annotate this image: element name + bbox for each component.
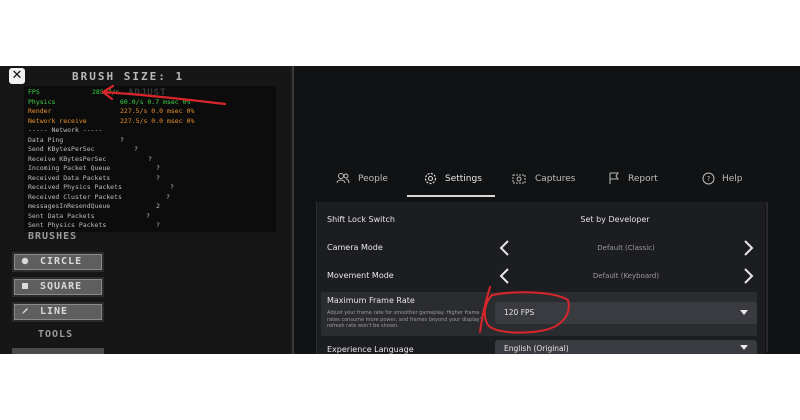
stat-value: ? [146, 211, 150, 220]
tab-captures[interactable]: Captures [510, 164, 580, 196]
stat-value: 2 [156, 202, 160, 210]
stat-value: 227.5/s 0.0 msec 0% [120, 116, 195, 125]
stat-label: Data Ping [28, 135, 64, 144]
active-tab-indicator [407, 195, 495, 197]
stat-value: ? [156, 221, 160, 229]
stat-row: Sent Physics Packets? [28, 221, 160, 229]
circle-icon [21, 257, 29, 265]
stat-row: ----- Network ----- [28, 126, 102, 134]
stat-label: Received Physics Packets [28, 183, 122, 191]
brushes-title: BRUSHES [28, 231, 78, 242]
stat-value: ? [134, 145, 138, 153]
max-frame-rate-description: Adjust your frame rate for smoother game… [327, 310, 484, 329]
tools-title: TOOLS [38, 329, 74, 340]
line-brush-button[interactable]: LINE [12, 302, 104, 322]
stat-label: Incoming Packet Queue [28, 164, 111, 172]
stat-label: Receive KBytesPerSec [28, 154, 107, 163]
movement-mode-value: Default (Keyboard) [592, 272, 660, 280]
max-frame-rate-value: 120 FPS [504, 308, 535, 317]
stat-value: ? [166, 192, 170, 201]
stat-value: ? [156, 164, 160, 172]
people-icon [336, 173, 350, 184]
stat-value: 60.0/s 0.7 msec 0% [120, 97, 191, 106]
stat-label: messagesInResendQueue [28, 202, 111, 210]
movement-mode-next-icon[interactable] [741, 267, 755, 285]
chevron-down-icon [740, 310, 748, 315]
camera-mode-prev-icon[interactable] [498, 239, 512, 257]
stat-row: Sent Data Packets? [28, 211, 150, 220]
stat-label: Received Cluster Packets [28, 192, 122, 201]
tools-strip [12, 348, 104, 354]
language-value: English (Original) [504, 344, 569, 353]
stat-value: ? [148, 154, 152, 163]
stat-row: Received Physics Packets? [28, 183, 174, 191]
stat-value: 227.5/s 0.0 msec 0% [120, 107, 195, 115]
adjust-ghost-text: ADJUST [128, 88, 167, 98]
square-icon [22, 283, 28, 289]
tab-report[interactable]: Report [606, 164, 666, 196]
stat-row: Send KBytesPerSec? [28, 145, 138, 153]
settings-scrollbar[interactable] [766, 202, 768, 352]
stat-row: Network receive 227.5/s 0.0 msec 0% [28, 116, 194, 125]
stat-row: Incoming Packet Queue? [28, 164, 160, 172]
stat-row: Physics 60.0/s 0.7 msec 0% [28, 97, 190, 106]
circle-brush-label: CIRCLE [40, 256, 83, 267]
shift-lock-value: Set by Developer [580, 215, 650, 224]
tab-settings-label: Settings [445, 174, 482, 184]
tab-settings[interactable]: Settings [420, 164, 500, 196]
circle-brush-button[interactable]: CIRCLE [12, 252, 104, 272]
max-frame-rate-label: Maximum Frame Rate [327, 296, 415, 305]
stat-row: FPS 285.7/s [28, 88, 119, 96]
tab-people-label: People [358, 174, 388, 184]
stat-row: Received Cluster Packets? [28, 192, 170, 201]
camera-icon [512, 174, 526, 184]
tab-people[interactable]: People [332, 164, 392, 196]
flag-icon [609, 172, 619, 184]
language-dropdown[interactable]: English (Original) [495, 340, 757, 354]
camera-mode-next-icon[interactable] [741, 239, 755, 257]
tab-bar: People Settings Captures Report ? Help [312, 164, 772, 198]
stat-row: Render 227.5/s 0.0 msec 0% [28, 107, 194, 115]
gear-icon [424, 172, 437, 185]
help-icon: ? [702, 172, 715, 185]
camera-mode-value: Default (Classic) [597, 244, 655, 252]
stat-label: ----- Network ----- [28, 126, 103, 134]
max-frame-rate-dropdown[interactable]: 120 FPS [495, 302, 757, 324]
line-brush-label: LINE [40, 306, 69, 317]
svg-text:?: ? [707, 175, 711, 183]
stat-value: ? [156, 173, 160, 182]
pencil-icon [22, 308, 28, 314]
chevron-down-icon [740, 345, 748, 350]
language-label: Experience Language [327, 345, 414, 354]
movement-mode-label: Movement Mode [327, 271, 394, 280]
stat-value: 285.7/s [92, 88, 120, 96]
stat-label: Received Data Packets [28, 173, 111, 182]
stat-row: messagesInResendQueue 2 [28, 202, 160, 210]
shift-lock-label: Shift Lock Switch [327, 215, 395, 224]
stat-label: FPS [28, 88, 40, 96]
brush-size-label: BRUSH SIZE: 1 [72, 70, 185, 83]
stat-row: Receive KBytesPerSec? [28, 154, 152, 163]
stat-label: Network receive [28, 116, 87, 125]
stat-value: ? [170, 183, 174, 191]
tab-captures-label: Captures [535, 174, 576, 184]
tab-help[interactable]: ? Help [700, 164, 760, 196]
stat-label: Sent Physics Packets [28, 221, 107, 229]
square-brush-label: SQUARE [40, 281, 83, 292]
camera-mode-label: Camera Mode [327, 243, 383, 252]
stat-label: Physics [28, 97, 56, 106]
movement-mode-prev-icon[interactable] [498, 267, 512, 285]
stat-value: ? [120, 135, 124, 144]
square-brush-button[interactable]: SQUARE [12, 277, 104, 297]
close-button[interactable]: ✕ [9, 68, 25, 84]
stat-label: Send KBytesPerSec [28, 145, 95, 153]
tab-report-label: Report [628, 174, 658, 184]
stat-row: Data Ping? [28, 135, 124, 144]
stat-label: Sent Data Packets [28, 211, 95, 220]
tab-help-label: Help [722, 174, 743, 184]
stat-label: Render [28, 107, 52, 115]
stat-row: Received Data Packets? [28, 173, 160, 182]
